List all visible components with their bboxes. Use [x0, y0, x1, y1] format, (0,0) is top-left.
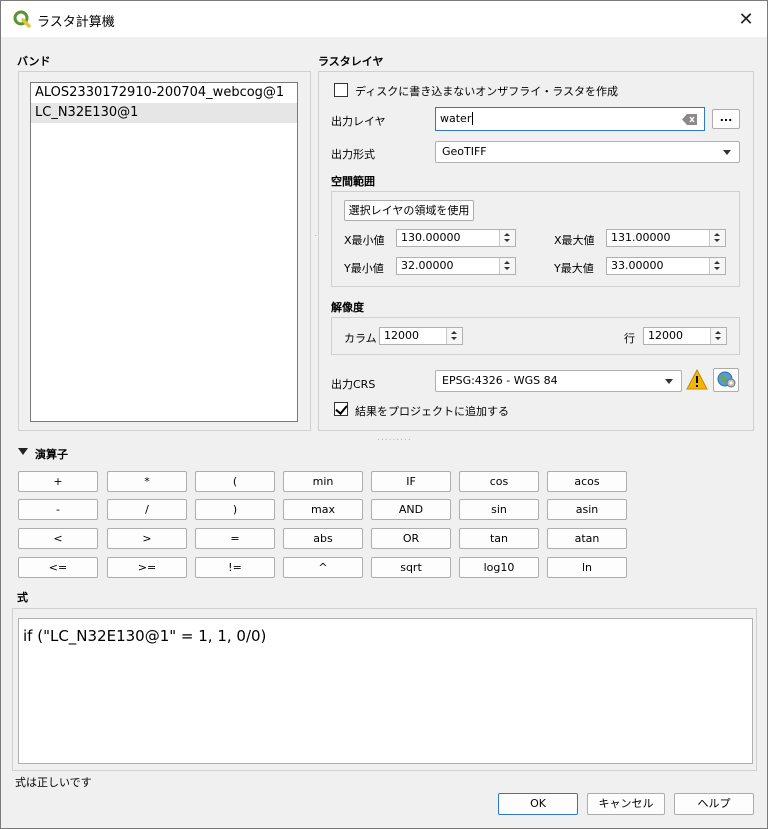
op-sqrt-button[interactable]: sqrt [371, 557, 451, 578]
ymax-label: Y最大値 [554, 262, 594, 275]
expression-status: 式は正しいです [15, 776, 92, 789]
spin-arrows-icon[interactable] [709, 258, 725, 274]
spin-arrows-icon[interactable] [499, 258, 515, 274]
extent-label: 空間範囲 [331, 175, 375, 188]
op-less-than-button[interactable]: < [18, 528, 98, 549]
raster-calculator-dialog: ラスタ計算機 ✕ バンド ALOS2330172910-200704_webco… [0, 0, 768, 829]
op-tan-button[interactable]: tan [459, 528, 539, 549]
spin-arrows-icon[interactable] [709, 230, 725, 246]
xmax-spinbox[interactable]: 131.00000 [606, 229, 726, 247]
spin-arrows-icon[interactable] [499, 230, 515, 246]
splitter-handle-horizontal[interactable]: ......... [377, 433, 412, 443]
close-button[interactable]: ✕ [731, 5, 761, 33]
op-not-equal-button[interactable]: != [195, 557, 275, 578]
op-sin-button[interactable]: sin [459, 499, 539, 520]
output-format-label: 出力形式 [331, 148, 375, 161]
qgis-logo-icon [13, 10, 31, 28]
title-bar: ラスタ計算機 ✕ [1, 1, 767, 37]
op-asin-button[interactable]: asin [547, 499, 627, 520]
op-min-button[interactable]: min [283, 471, 363, 492]
output-crs-label: 出力CRS [331, 378, 376, 391]
warning-icon [686, 369, 708, 390]
op-divide-button[interactable]: / [107, 499, 187, 520]
columns-label: カラム [344, 332, 377, 345]
output-layer-label: 出力レイヤ [331, 115, 386, 128]
onfly-checkbox[interactable] [334, 83, 348, 97]
chevron-down-icon [665, 379, 673, 384]
op-plus-button[interactable]: + [18, 471, 98, 492]
op-if-button[interactable]: IF [371, 471, 451, 492]
op-and-button[interactable]: AND [371, 499, 451, 520]
op-power-button[interactable]: ^ [283, 557, 363, 578]
output-layer-input[interactable]: water [435, 107, 705, 131]
ymax-spinbox[interactable]: 33.00000 [606, 257, 726, 275]
spin-arrows-icon[interactable] [710, 328, 726, 344]
ymin-spinbox[interactable]: 32.00000 [396, 257, 516, 275]
output-format-value: GeoTIFF [442, 145, 487, 158]
columns-value: 12000 [384, 329, 419, 342]
xmin-label: X最小値 [344, 234, 385, 247]
add-to-project-label: 結果をプロジェクトに追加する [355, 405, 509, 418]
xmin-spinbox[interactable]: 130.00000 [396, 229, 516, 247]
output-layer-value: water [440, 112, 472, 125]
rows-value: 12000 [648, 329, 683, 342]
op-cos-button[interactable]: cos [459, 471, 539, 492]
output-format-combo[interactable]: GeoTIFF [435, 141, 740, 163]
expression-text: if ("LC_N32E130@1" = 1, 1, 0/0) [23, 627, 267, 645]
raster-layer-label: ラスタレイヤ [318, 55, 384, 68]
op-greater-equal-button[interactable]: >= [107, 557, 187, 578]
resolution-label: 解像度 [331, 301, 364, 314]
op-max-button[interactable]: max [283, 499, 363, 520]
op-minus-button[interactable]: - [18, 499, 98, 520]
select-crs-button[interactable] [713, 368, 739, 392]
xmax-value: 131.00000 [611, 231, 671, 244]
band-item[interactable]: ALOS2330172910-200704_webcog@1 [31, 83, 297, 103]
operators-label: 演算子 [35, 448, 68, 461]
op-less-equal-button[interactable]: <= [18, 557, 98, 578]
close-icon: ✕ [738, 8, 754, 30]
use-selected-extent-button[interactable]: 選択レイヤの領域を使用 [344, 200, 474, 221]
spin-arrows-icon[interactable] [446, 328, 462, 344]
browse-output-button[interactable]: ... [712, 109, 740, 129]
op-open-paren-button[interactable]: ( [195, 471, 275, 492]
window-title: ラスタ計算機 [37, 15, 115, 30]
chevron-down-icon [723, 150, 731, 155]
rows-label: 行 [624, 332, 635, 345]
collapse-triangle-icon[interactable] [18, 448, 28, 456]
globe-settings-icon [717, 371, 736, 388]
xmax-label: X最大値 [554, 234, 595, 247]
ymax-value: 33.00000 [611, 259, 664, 272]
columns-spinbox[interactable]: 12000 [379, 327, 463, 345]
op-acos-button[interactable]: acos [547, 471, 627, 492]
expression-editor[interactable]: if ("LC_N32E130@1" = 1, 1, 0/0) [18, 618, 753, 764]
op-log10-button[interactable]: log10 [459, 557, 539, 578]
op-greater-than-button[interactable]: > [107, 528, 187, 549]
onfly-label: ディスクに書き込まないオンザフライ・ラスタを作成 [355, 85, 619, 98]
cancel-button[interactable]: キャンセル [587, 793, 665, 815]
op-atan-button[interactable]: atan [547, 528, 627, 549]
output-crs-combo[interactable]: EPSG:4326 - WGS 84 [435, 370, 682, 392]
ymin-value: 32.00000 [401, 259, 454, 272]
expression-label: 式 [17, 591, 28, 604]
op-equals-button[interactable]: = [195, 528, 275, 549]
help-button[interactable]: ヘルプ [674, 793, 754, 815]
xmin-value: 130.00000 [401, 231, 461, 244]
clear-text-icon[interactable] [682, 114, 698, 125]
ymin-label: Y最小値 [344, 262, 384, 275]
op-or-button[interactable]: OR [371, 528, 451, 549]
ok-button[interactable]: OK [498, 793, 578, 815]
op-multiply-button[interactable]: * [107, 471, 187, 492]
op-ln-button[interactable]: ln [547, 557, 627, 578]
op-close-paren-button[interactable]: ) [195, 499, 275, 520]
rows-spinbox[interactable]: 12000 [643, 327, 727, 345]
bands-list[interactable]: ALOS2330172910-200704_webcog@1 LC_N32E13… [30, 82, 298, 422]
output-crs-value: EPSG:4326 - WGS 84 [442, 374, 558, 387]
op-abs-button[interactable]: abs [283, 528, 363, 549]
bands-label: バンド [17, 55, 51, 68]
add-to-project-checkbox[interactable] [334, 402, 348, 416]
band-item-selected[interactable]: LC_N32E130@1 [31, 103, 297, 123]
